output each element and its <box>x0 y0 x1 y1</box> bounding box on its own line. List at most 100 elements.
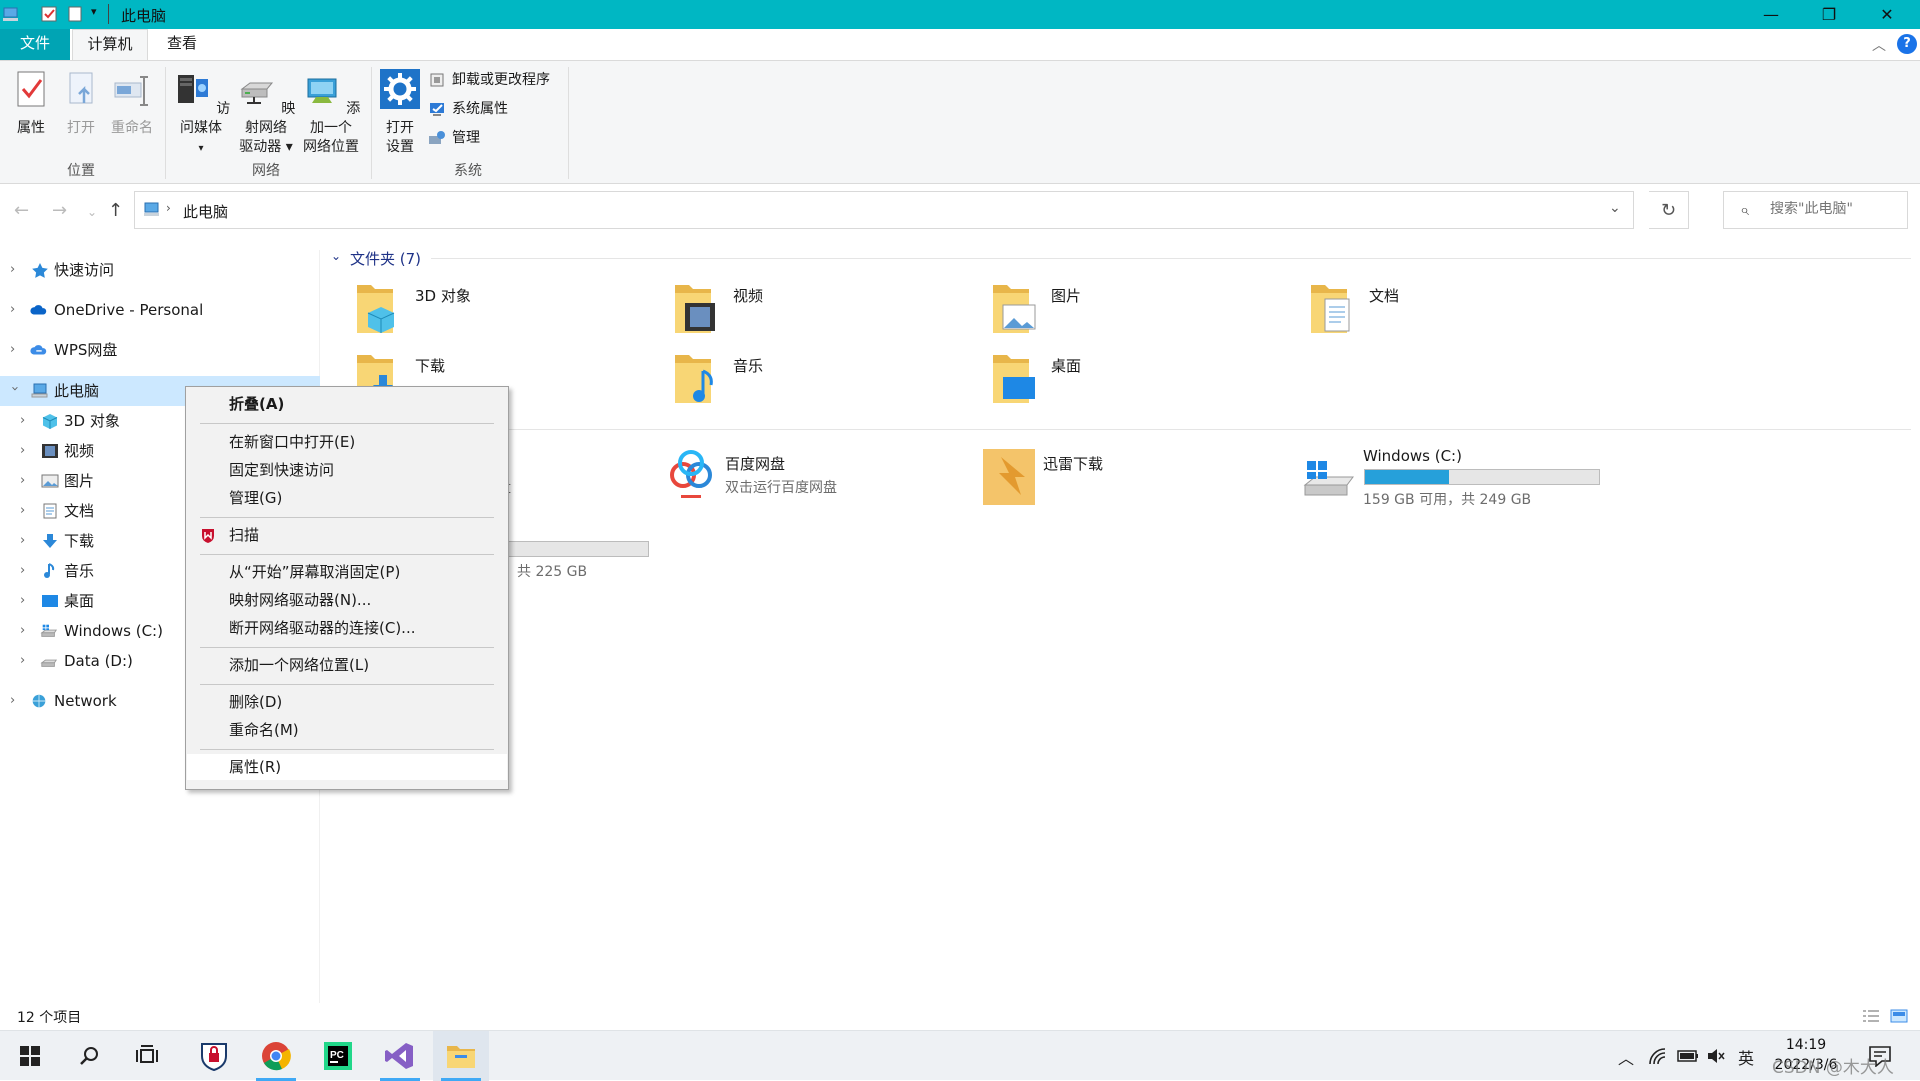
group-label-system: 系统 <box>454 163 482 179</box>
clock-time: 14:19 <box>1785 1037 1827 1053</box>
menu-item-unpin-start[interactable]: 从“开始”屏幕取消固定(P) <box>187 559 507 585</box>
menu-item-pin-quick-access[interactable]: 固定到快速访问 <box>187 457 507 483</box>
taskbar-mcafee[interactable] <box>186 1031 242 1081</box>
expand-chevron-icon[interactable]: › <box>10 296 30 324</box>
expand-chevron-icon[interactable]: › <box>20 617 40 645</box>
search-box[interactable]: ⌕ <box>1723 191 1908 229</box>
open-settings-button[interactable]: 打开 设置 <box>378 69 422 157</box>
restore-button[interactable]: ❐ <box>1800 0 1858 29</box>
this-pc-icon <box>3 7 18 21</box>
windows-logo-icon <box>20 1046 40 1066</box>
folder-tile-videos[interactable]: 视频 <box>671 279 971 343</box>
expand-chevron-icon[interactable]: › <box>10 336 30 364</box>
folder-tile-desktop[interactable]: 桌面 <box>989 349 1289 413</box>
access-media-button[interactable]: 访问媒体 ▾ <box>170 69 232 158</box>
menu-item-map-network-drive[interactable]: 映射网络驱动器(N)... <box>187 587 507 613</box>
tab-view[interactable]: 查看 <box>148 29 216 60</box>
search-button[interactable] <box>62 1031 118 1081</box>
collapse-ribbon-icon[interactable]: ︿ <box>1872 35 1886 55</box>
collapse-chevron-icon[interactable]: › <box>0 386 28 406</box>
menu-item-manage[interactable]: 管理(G) <box>187 485 507 511</box>
back-arrow-icon[interactable]: ← <box>14 200 29 221</box>
context-menu: 折叠(A) 在新窗口中打开(E) 固定到快速访问 管理(G) 扫描 从“开始”屏… <box>185 386 509 790</box>
device-tile-xunlei-download[interactable]: 迅雷下载 <box>981 447 1281 511</box>
help-icon[interactable]: ? <box>1897 34 1917 54</box>
new-folder-quick-icon[interactable] <box>66 5 84 23</box>
menu-item-open-new-window[interactable]: 在新窗口中打开(E) <box>187 429 507 455</box>
device-tile-baidu-netdisk[interactable]: 百度网盘 双击运行百度网盘 <box>663 447 963 511</box>
menu-item-collapse[interactable]: 折叠(A) <box>187 391 507 417</box>
close-button[interactable]: ✕ <box>1858 0 1916 29</box>
menu-item-properties[interactable]: 属性(R) <box>187 754 507 780</box>
properties-quick-icon[interactable] <box>40 5 58 23</box>
star-icon <box>32 263 48 278</box>
taskbar-file-explorer[interactable] <box>433 1031 489 1081</box>
menu-item-scan[interactable]: 扫描 <box>187 522 507 548</box>
menu-item-rename[interactable]: 重命名(M) <box>187 717 507 743</box>
forward-arrow-icon[interactable]: → <box>52 200 67 221</box>
nav-item-wps-drive[interactable]: › WPS网盘 <box>0 336 300 364</box>
folder-tile-documents[interactable]: 文档 <box>1307 279 1607 343</box>
breadcrumb-separator-icon[interactable]: › <box>166 201 171 215</box>
map-network-drive-button[interactable]: 映射网络 驱动器 ▾ <box>234 69 298 157</box>
nav-item-quick-access[interactable]: › 快速访问 <box>0 256 300 284</box>
refresh-button[interactable]: ↻ <box>1649 191 1689 229</box>
folder-tile-pictures[interactable]: 图片 <box>989 279 1289 343</box>
uninstall-program-button[interactable]: 卸载或更改程序 <box>428 69 550 91</box>
battery-icon[interactable] <box>1677 1048 1699 1064</box>
xunlei-folder-icon <box>983 449 1035 505</box>
title-bar: ▾ 此电脑 — ❐ ✕ <box>0 0 1920 29</box>
volume-muted-icon[interactable] <box>1706 1047 1726 1065</box>
start-button[interactable] <box>2 1031 58 1081</box>
address-bar[interactable]: › 此电脑 ⌄ <box>134 191 1634 229</box>
minimize-button[interactable]: — <box>1742 0 1800 29</box>
taskbar-chrome[interactable] <box>248 1031 304 1081</box>
open-button[interactable]: 打开 <box>62 69 100 138</box>
large-icons-view-icon[interactable] <box>1890 1008 1908 1024</box>
properties-button[interactable]: 属性 <box>10 69 52 138</box>
rename-button[interactable]: 重命名 <box>108 69 156 138</box>
expand-chevron-icon[interactable]: › <box>20 557 40 585</box>
add-network-location-button[interactable]: 添加一个 网络位置 <box>299 69 363 157</box>
tab-file[interactable]: 文件 <box>0 29 70 60</box>
taskbar-pycharm[interactable]: PC <box>310 1031 366 1081</box>
folder-tile-music[interactable]: 音乐 <box>671 349 971 413</box>
quick-access-dropdown-icon[interactable]: ▾ <box>91 5 97 18</box>
breadcrumb-this-pc[interactable]: 此电脑 <box>183 201 228 222</box>
details-view-icon[interactable] <box>1862 1008 1880 1024</box>
expand-chevron-icon[interactable]: › <box>20 527 40 555</box>
input-method-indicator[interactable]: 英 <box>1738 1045 1754 1069</box>
expand-chevron-icon[interactable]: › <box>20 497 40 525</box>
taskbar-visual-studio[interactable] <box>372 1031 428 1081</box>
task-view-button[interactable] <box>120 1031 176 1081</box>
system-properties-icon <box>430 103 444 116</box>
menu-item-disconnect-network-drive[interactable]: 断开网络驱动器的连接(C)... <box>187 615 507 641</box>
recent-locations-chevron-icon[interactable]: ⌄ <box>87 205 97 219</box>
search-input[interactable] <box>1770 201 1900 217</box>
section-collapse-chevron-icon[interactable]: ⌄ <box>331 249 341 263</box>
system-properties-button[interactable]: 系统属性 <box>428 98 508 120</box>
folders-section-header[interactable]: 文件夹 (7) <box>350 248 421 269</box>
manage-button[interactable]: 管理 <box>428 127 480 149</box>
expand-chevron-icon[interactable]: › <box>20 467 40 495</box>
menu-item-add-network-location[interactable]: 添加一个网络位置(L) <box>187 652 507 678</box>
device-tile-windows-c[interactable]: Windows (C:) 159 GB 可用，共 249 GB <box>1301 447 1621 511</box>
expand-chevron-icon[interactable]: › <box>20 437 40 465</box>
folder-picture-icon <box>993 285 1036 333</box>
address-history-chevron-icon[interactable]: ⌄ <box>1609 200 1621 216</box>
group-label-location: 位置 <box>67 163 95 179</box>
expand-chevron-icon[interactable]: › <box>20 587 40 615</box>
drive-usage-bar-c <box>1364 469 1600 485</box>
svg-text:PC: PC <box>330 1050 344 1061</box>
expand-chevron-icon[interactable]: › <box>20 647 40 675</box>
up-arrow-icon[interactable]: ↑ <box>108 200 123 221</box>
expand-chevron-icon[interactable]: › <box>20 407 40 435</box>
show-hidden-icons-chevron-icon[interactable]: ︿ <box>1618 1045 1634 1069</box>
tab-computer[interactable]: 计算机 <box>72 29 148 60</box>
network-status-icon[interactable] <box>1648 1047 1668 1065</box>
menu-item-delete[interactable]: 删除(D) <box>187 689 507 715</box>
nav-item-onedrive[interactable]: › OneDrive - Personal <box>0 296 300 324</box>
expand-chevron-icon[interactable]: › <box>10 687 30 715</box>
expand-chevron-icon[interactable]: › <box>10 256 30 284</box>
folder-tile-3d-objects[interactable]: 3D 对象 <box>353 279 653 343</box>
